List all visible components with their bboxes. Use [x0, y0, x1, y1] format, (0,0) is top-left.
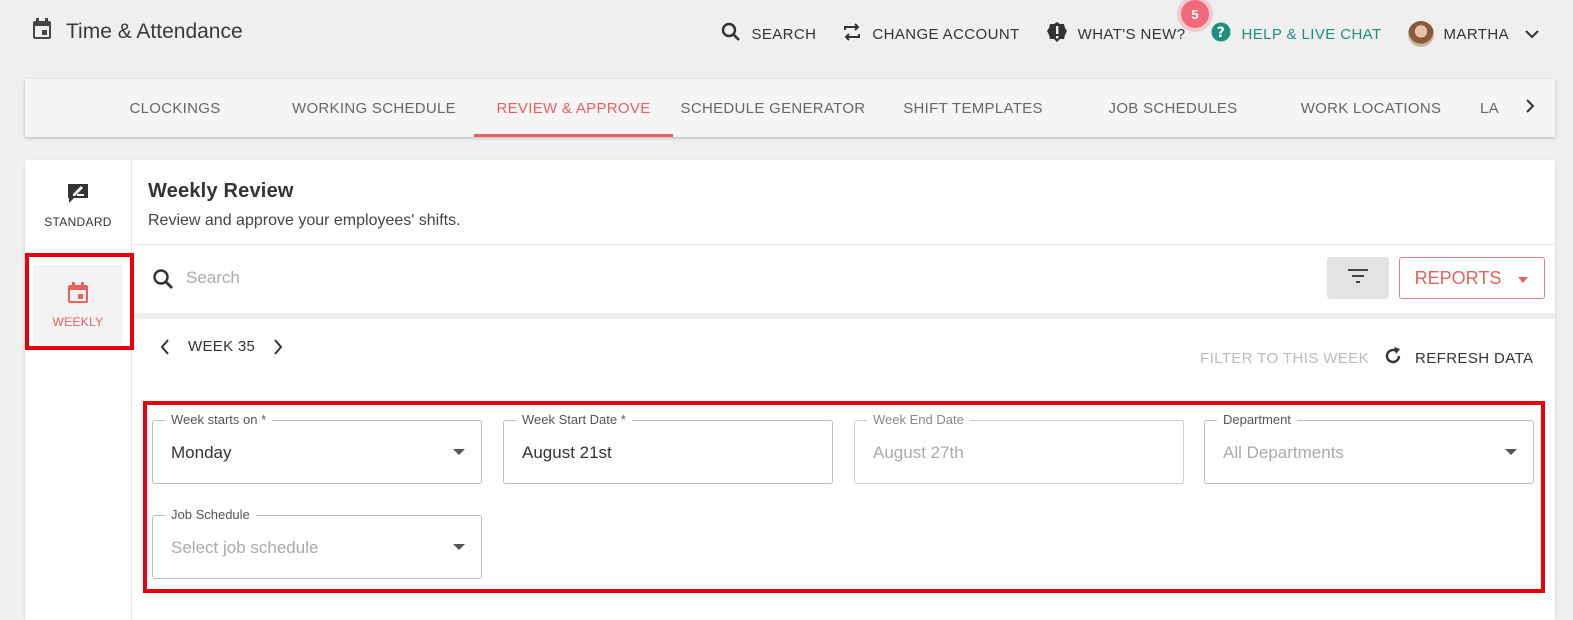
help-label: HELP & LIVE CHAT [1241, 25, 1382, 43]
nav-standard-label: STANDARD [44, 215, 112, 229]
page-title: Weekly Review [148, 180, 294, 202]
app-title: Time & Attendance [32, 18, 243, 45]
tab-bar: CLOCKINGS WORKING SCHEDULE REVIEW & APPR… [25, 79, 1555, 137]
chevron-down-icon [1525, 26, 1539, 43]
week-label: WEEK 35 [188, 338, 256, 355]
change-account-button[interactable]: CHANGE ACCOUNT [842, 22, 1019, 46]
tab-schedule-generator[interactable]: SCHEDULE GENERATOR [673, 79, 873, 137]
tab-job-schedules[interactable]: JOB SCHEDULES [1073, 79, 1273, 137]
prev-week-button[interactable] [160, 338, 170, 355]
refresh-label: REFRESH DATA [1415, 349, 1534, 367]
help-chat-button[interactable]: ? HELP & LIVE CHAT [1211, 22, 1381, 46]
tab-review-approve[interactable]: REVIEW & APPROVE [474, 79, 673, 137]
page-subtitle: Review and approve your employees' shift… [148, 212, 461, 229]
edit-note-icon [66, 182, 90, 207]
next-week-button[interactable] [273, 338, 283, 355]
highlight-weekly-nav [25, 253, 134, 350]
whats-new-button[interactable]: WHAT'S NEW? [1046, 21, 1186, 47]
svg-text:?: ? [1217, 25, 1226, 41]
filter-icon [1347, 268, 1369, 289]
search-icon [721, 22, 741, 46]
swap-icon [842, 22, 862, 46]
tab-work-locations[interactable]: WORK LOCATIONS [1271, 79, 1471, 137]
alert-icon [1046, 21, 1068, 47]
change-account-label: CHANGE ACCOUNT [872, 25, 1020, 43]
user-menu[interactable]: MARTHA [1407, 21, 1539, 47]
divider-band [132, 313, 1555, 319]
avatar [1407, 21, 1434, 47]
nav-standard[interactable]: STANDARD [33, 182, 123, 229]
whats-new-label: WHAT'S NEW? [1077, 25, 1186, 43]
search-input[interactable] [184, 267, 1088, 289]
week-navigator: WEEK 35 [160, 338, 283, 355]
app-title-text: Time & Attendance [66, 19, 243, 43]
refresh-icon [1383, 346, 1403, 370]
highlight-filters-form [143, 401, 1545, 593]
reports-button[interactable]: REPORTS [1399, 257, 1545, 299]
help-icon: ? [1211, 22, 1231, 46]
search-row: REPORTS [132, 245, 1555, 313]
reports-label: REPORTS [1414, 267, 1502, 288]
refresh-data-button[interactable]: REFRESH DATA [1383, 346, 1533, 370]
filter-to-week-button[interactable]: FILTER TO THIS WEEK [1200, 350, 1369, 367]
filter-button[interactable] [1327, 257, 1389, 299]
tab-shift-templates[interactable]: SHIFT TEMPLATES [873, 79, 1073, 137]
view-switcher: STANDARD WEEKLY [25, 160, 132, 620]
search-icon [152, 268, 174, 295]
chevron-right-icon [1525, 98, 1535, 118]
calendar-icon [32, 18, 52, 45]
search-label: SEARCH [751, 25, 817, 43]
tab-la[interactable]: LA [1480, 79, 1504, 137]
tab-clockings[interactable]: CLOCKINGS [95, 79, 255, 137]
tab-scroll-right[interactable] [1519, 97, 1541, 119]
user-name: MARTHA [1443, 25, 1509, 43]
search-button[interactable]: SEARCH [721, 22, 816, 46]
tab-working-schedule[interactable]: WORKING SCHEDULE [274, 79, 474, 137]
top-actions: SEARCH CHANGE ACCOUNT WHAT'S NEW? ? HELP… [695, 18, 1539, 50]
caret-down-icon [1517, 268, 1529, 289]
